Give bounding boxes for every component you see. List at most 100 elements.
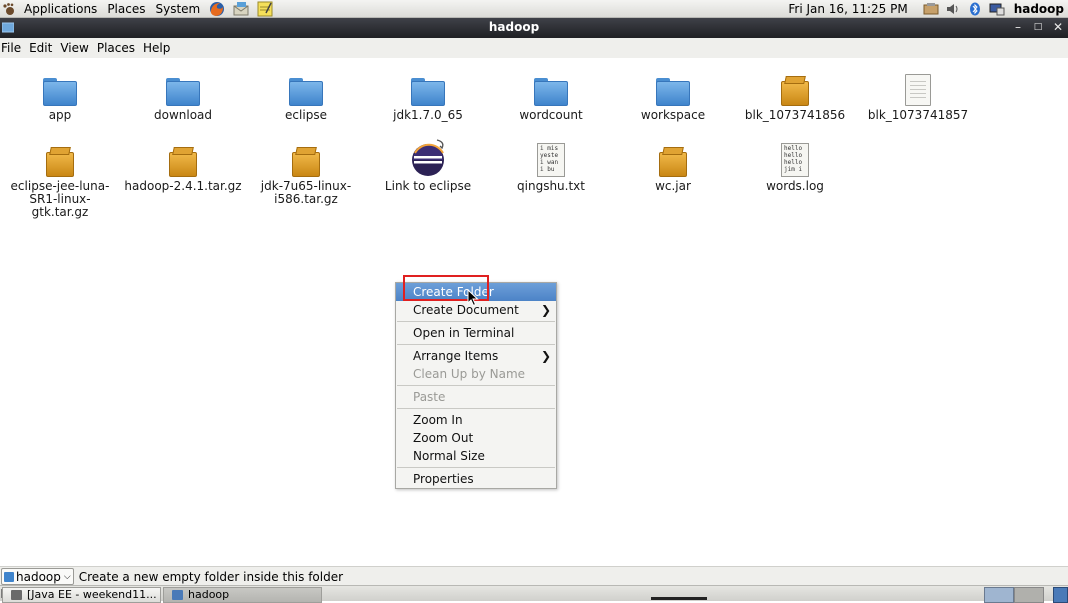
file-item-hadoop-tar[interactable]: hadoop-2.4.1.tar.gz: [121, 137, 245, 193]
file-item-qingshu[interactable]: i mis yeste i wan i bu qingshu.txt: [489, 137, 613, 193]
package-icon: [46, 147, 74, 177]
file-item-link-to-eclipse[interactable]: Link to eclipse: [366, 126, 490, 193]
menu-file[interactable]: File: [0, 38, 25, 58]
menu-properties[interactable]: Properties: [396, 470, 556, 488]
file-label: words.log: [766, 179, 824, 193]
file-label: workspace: [640, 108, 706, 122]
notes-launcher-icon[interactable]: [256, 1, 274, 17]
menu-separator: [397, 321, 555, 322]
network-icon[interactable]: [923, 2, 939, 16]
file-label: download: [153, 108, 213, 122]
document-icon: [905, 74, 931, 106]
file-item-wordcount[interactable]: wordcount: [489, 66, 613, 122]
file-item-blk-1073741856[interactable]: blk_1073741856: [733, 66, 857, 122]
folder-icon: [534, 78, 568, 106]
menu-places[interactable]: Places: [96, 38, 139, 58]
file-label: wc.jar: [655, 179, 691, 193]
file-label: blk_1073741856: [744, 108, 846, 122]
workspace-1[interactable]: [984, 587, 1014, 603]
menu-normal-size[interactable]: Normal Size: [396, 447, 556, 465]
file-label: qingshu.txt: [517, 179, 585, 193]
eclipse-task-icon: [11, 590, 22, 600]
folder-icon: [411, 78, 445, 106]
menubar: File Edit View Places Help: [0, 38, 1068, 59]
file-item-eclipse[interactable]: eclipse: [244, 66, 368, 122]
firefox-launcher-icon[interactable]: [208, 1, 226, 17]
location-label: hadoop: [16, 569, 61, 584]
trash-icon[interactable]: [1053, 587, 1068, 603]
folder-icon: [166, 78, 200, 106]
menu-zoom-in[interactable]: Zoom In: [396, 411, 556, 429]
statusbar: hadoop ⌵ Create a new empty folder insid…: [0, 566, 1068, 586]
file-item-workspace[interactable]: workspace: [611, 66, 735, 122]
chevron-down-icon: ⌵: [63, 571, 71, 582]
system-menu[interactable]: System: [150, 0, 205, 17]
folder-icon: [43, 78, 77, 106]
file-label: jdk-7u65-linux-i586.tar.gz: [260, 179, 352, 206]
file-item-jdk[interactable]: jdk1.7.0_65: [366, 66, 490, 122]
file-item-app[interactable]: app: [0, 66, 122, 122]
menu-label: Arrange Items: [413, 349, 499, 363]
file-item-wc-jar[interactable]: wc.jar: [611, 137, 735, 193]
location-dropdown[interactable]: hadoop ⌵: [1, 568, 74, 585]
folder-icon: [289, 78, 323, 106]
file-label: hadoop-2.4.1.tar.gz: [124, 179, 242, 193]
eclipse-icon: [412, 139, 444, 176]
bluetooth-icon[interactable]: [967, 2, 983, 16]
file-label: eclipse-jee-luna-SR1-linux-gtk.tar.gz: [10, 179, 110, 219]
file-item-eclipse-jee-luna[interactable]: eclipse-jee-luna-SR1-linux-gtk.tar.gz: [0, 137, 122, 219]
package-icon: [292, 147, 320, 177]
menu-zoom-out[interactable]: Zoom Out: [396, 429, 556, 447]
folder-icon: [4, 571, 14, 582]
mouse-pointer-icon: [467, 289, 479, 307]
menu-separator: [397, 344, 555, 345]
places-menu[interactable]: Places: [102, 0, 150, 17]
file-item-words-log[interactable]: hello hello hello jim i words.log: [733, 137, 857, 193]
package-icon: [659, 147, 687, 177]
clock[interactable]: Fri Jan 16, 11:25 PM: [788, 2, 907, 16]
window-titlebar[interactable]: hadoop – □ ✕: [0, 18, 1068, 38]
text-file-icon: hello hello hello jim i: [781, 143, 809, 177]
menu-separator: [397, 467, 555, 468]
maximize-icon[interactable]: □: [1032, 19, 1044, 35]
menu-view[interactable]: View: [59, 38, 92, 58]
file-item-blk-1073741857[interactable]: blk_1073741857: [856, 66, 980, 122]
applications-menu[interactable]: Applications: [19, 0, 102, 17]
menu-clean-up-by-name[interactable]: Clean Up by Name: [396, 365, 556, 383]
mail-launcher-icon[interactable]: [232, 1, 250, 17]
file-item-jdk-tar[interactable]: jdk-7u65-linux-i586.tar.gz: [244, 137, 368, 206]
menu-help[interactable]: Help: [142, 38, 174, 58]
file-label: jdk1.7.0_65: [393, 108, 463, 122]
status-message: Create a new empty folder inside this fo…: [78, 569, 344, 584]
file-label: app: [48, 108, 72, 122]
file-label: wordcount: [519, 108, 583, 122]
workspace-2[interactable]: [1014, 587, 1044, 603]
package-icon: [781, 76, 809, 106]
menu-edit[interactable]: Edit: [28, 38, 56, 58]
menu-separator: [397, 408, 555, 409]
taskbar-item-eclipse[interactable]: [Java EE - weekend11...: [2, 587, 161, 603]
minimize-icon[interactable]: –: [1012, 19, 1024, 35]
folder-icon: [656, 78, 690, 106]
user-menu[interactable]: hadoop: [1008, 2, 1068, 16]
menu-arrange-items[interactable]: Arrange Items ❯: [396, 347, 556, 365]
folder-task-icon: [172, 590, 183, 600]
submenu-arrow-icon: ❯: [540, 303, 551, 317]
file-item-download[interactable]: download: [121, 66, 245, 122]
menu-open-in-terminal[interactable]: Open in Terminal: [396, 324, 556, 342]
taskbar-item-hadoop[interactable]: hadoop: [163, 587, 322, 603]
display-icon[interactable]: [989, 2, 1005, 16]
file-label: blk_1073741857: [867, 108, 969, 122]
file-label: eclipse: [285, 108, 327, 122]
bottom-panel: [Java EE - weekend11... hadoop: [0, 585, 1068, 603]
window-title: hadoop: [488, 20, 540, 34]
menu-paste[interactable]: Paste: [396, 388, 556, 406]
top-panel: Applications Places System Fri Jan 16, 1…: [0, 0, 1068, 18]
text-file-icon: i mis yeste i wan i bu: [537, 143, 565, 177]
close-icon[interactable]: ✕: [1052, 19, 1064, 35]
volume-icon[interactable]: [945, 2, 961, 16]
file-label: Link to eclipse: [384, 179, 472, 193]
gnome-foot-icon: [3, 2, 14, 15]
menu-separator: [397, 385, 555, 386]
menu-label: Create Document: [413, 303, 519, 317]
